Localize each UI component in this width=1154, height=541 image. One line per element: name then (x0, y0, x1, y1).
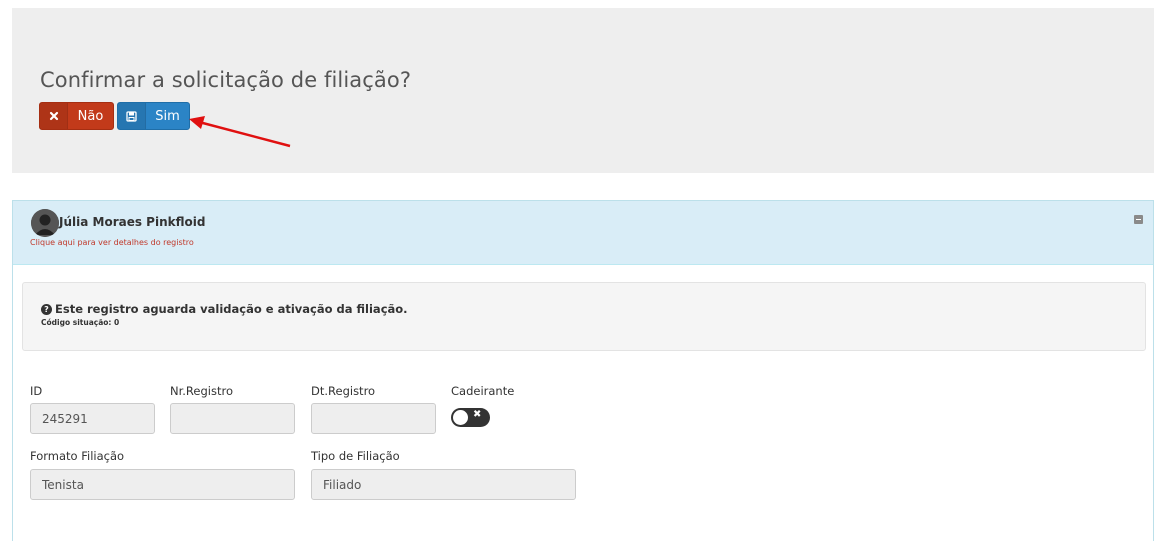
cadeirante-label: Cadeirante (451, 384, 515, 398)
nr-registro-label: Nr.Registro (170, 384, 233, 398)
yes-button[interactable]: Sim (117, 102, 190, 130)
tipo-field[interactable] (311, 469, 576, 500)
annotation-arrow (189, 116, 291, 148)
record-name: Júlia Moraes Pinkfloid (59, 215, 206, 229)
dt-registro-field[interactable] (311, 403, 436, 434)
record-header[interactable]: Júlia Moraes Pinkfloid Clique aqui para … (13, 201, 1153, 265)
save-icon (118, 103, 146, 129)
record-panel: Júlia Moraes Pinkfloid Clique aqui para … (12, 200, 1154, 541)
confirm-title: Confirmar a solicitação de filiação? (40, 68, 412, 92)
formato-label: Formato Filiação (30, 449, 125, 463)
toggle-off-icon: ✖ (473, 409, 482, 420)
tipo-label: Tipo de Filiação (311, 449, 400, 463)
status-message: ? Este registro aguarda validação e ativ… (41, 302, 408, 316)
status-code: Código situação: 0 (41, 318, 120, 327)
cadeirante-toggle[interactable]: ✖ (451, 408, 490, 427)
nr-registro-field[interactable] (170, 403, 295, 434)
id-field[interactable] (30, 403, 155, 434)
user-avatar (31, 209, 59, 237)
collapse-icon[interactable] (1134, 215, 1143, 224)
details-link[interactable]: Clique aqui para ver detalhes do registr… (30, 238, 194, 247)
yes-button-label: Sim (155, 108, 180, 124)
id-label: ID (30, 384, 43, 398)
toggle-knob (453, 410, 468, 425)
no-button[interactable]: Não (39, 102, 114, 130)
status-box: ? Este registro aguarda validação e ativ… (22, 282, 1146, 351)
question-circle-icon: ? (41, 303, 52, 315)
formato-field[interactable] (30, 469, 295, 500)
status-message-text: Este registro aguarda validação e ativaç… (55, 302, 408, 316)
confirm-panel: Confirmar a solicitação de filiação? Não… (12, 8, 1154, 173)
close-icon (40, 103, 68, 129)
no-button-label: Não (77, 108, 104, 124)
dt-registro-label: Dt.Registro (311, 384, 376, 398)
